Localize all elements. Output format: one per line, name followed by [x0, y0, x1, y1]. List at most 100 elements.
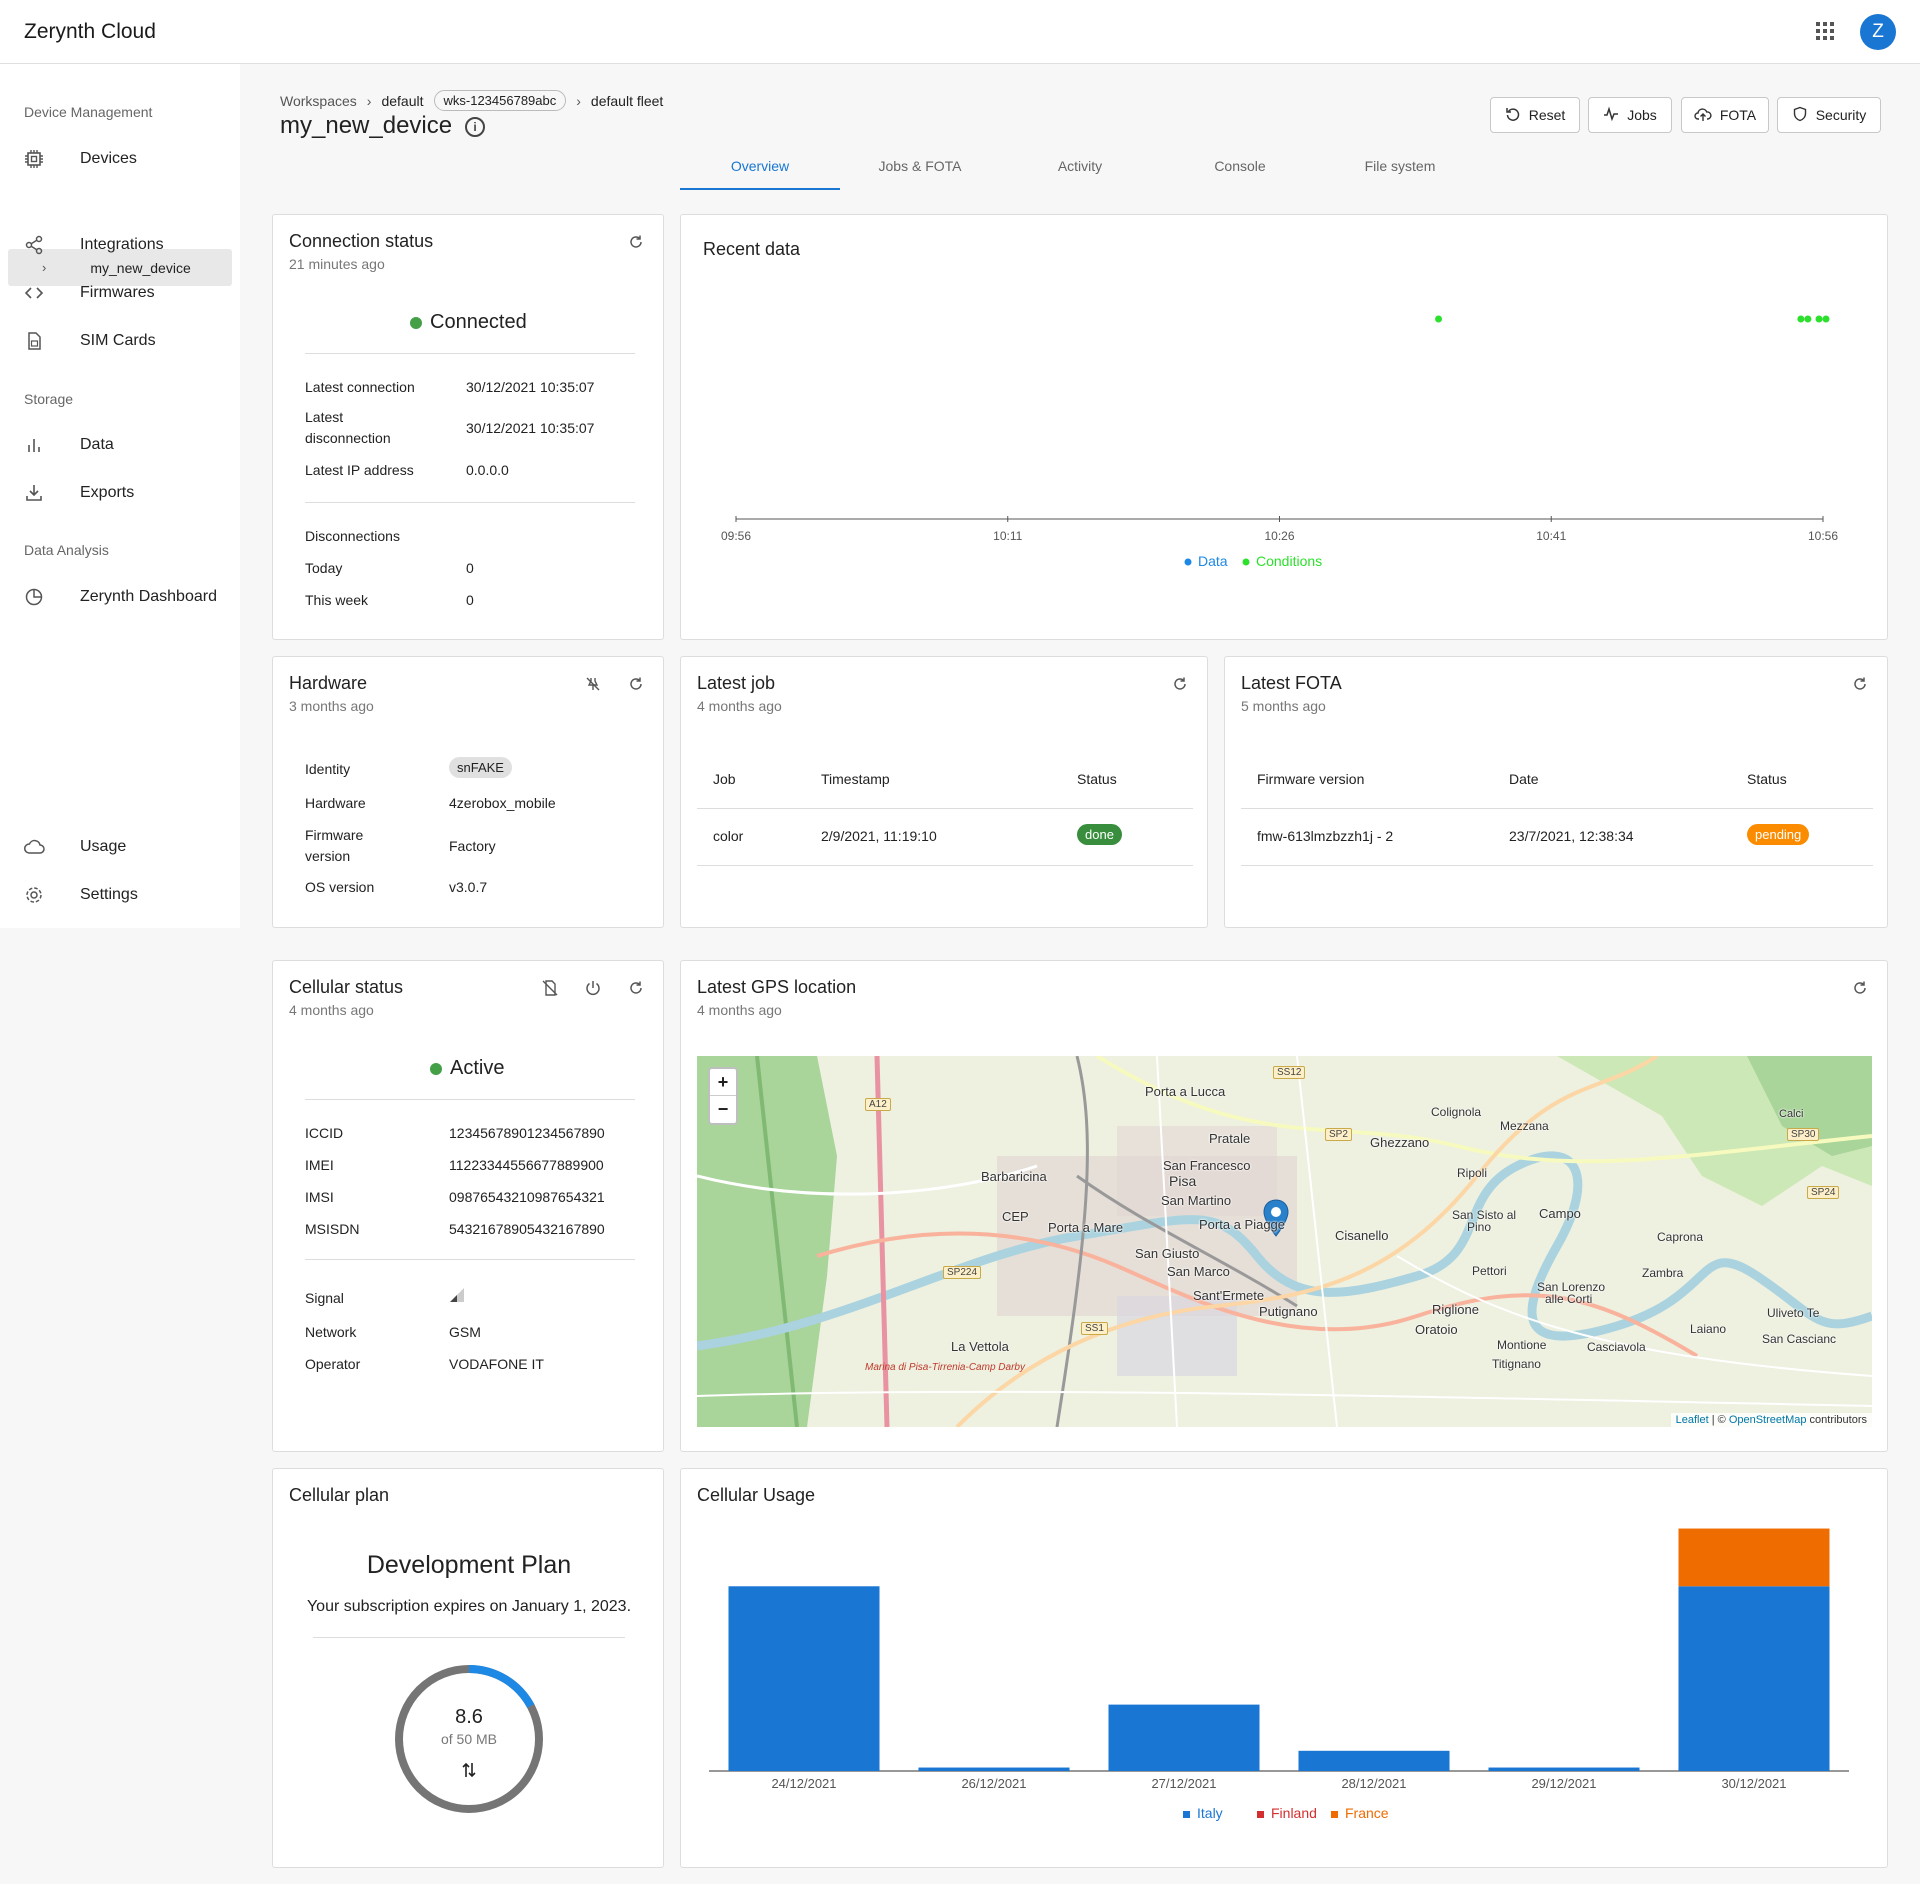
sidebar-item-devices[interactable]: Devices [20, 139, 230, 179]
column-header: Timestamp [821, 771, 890, 787]
refresh-icon[interactable] [1851, 979, 1869, 997]
divider [305, 1099, 635, 1100]
sidebar-item-firmwares[interactable]: Firmwares [20, 273, 230, 313]
jobs-label: Jobs [1627, 107, 1657, 123]
identity-label: Identity [305, 761, 351, 777]
sidebar-item-integrations[interactable]: Integrations [20, 225, 230, 265]
legend-marker [1183, 1811, 1190, 1818]
column-header: Status [1747, 771, 1787, 787]
latest-connection-value: 30/12/2021 10:35:07 [466, 379, 595, 395]
operator-value: VODAFONE IT [449, 1356, 544, 1372]
power-icon[interactable] [584, 979, 602, 997]
fota-firmware: fmw-613lmzbzzh1j - 2 [1257, 828, 1394, 844]
tab-overview[interactable]: Overview [680, 150, 840, 190]
cloud-icon [20, 835, 48, 859]
user-avatar[interactable]: Z [1860, 14, 1896, 50]
bar-segment [1678, 1528, 1830, 1587]
zoom-out-button[interactable]: − [710, 1096, 736, 1123]
msisdn-label: MSISDN [305, 1221, 360, 1237]
tab-console[interactable]: Console [1160, 150, 1320, 190]
chevron-right-icon: › [366, 92, 372, 109]
x-tick-label: 10:56 [1808, 529, 1838, 543]
legend-marker [1257, 1811, 1264, 1818]
map-place-label: Zambra [1642, 1266, 1684, 1280]
refresh-icon[interactable] [1851, 675, 1869, 693]
breadcrumb-workspace[interactable]: default [381, 93, 423, 109]
identity-value: snFAKE [449, 757, 512, 778]
osm-link[interactable]: OpenStreetMap [1729, 1414, 1807, 1426]
breadcrumb: Workspaces › default wks-123456789abc › … [280, 90, 663, 111]
imsi-value: 09876543210987654321 [449, 1189, 605, 1205]
legend-label: Conditions [1256, 553, 1322, 569]
map-place-label: Ghezzano [1370, 1135, 1430, 1150]
apps-grid-icon[interactable] [1816, 22, 1836, 42]
card-subtitle: 4 months ago [289, 1002, 374, 1018]
security-button[interactable]: Security [1777, 97, 1881, 133]
app-brand[interactable]: Zerynth Cloud [24, 20, 156, 44]
sidebar-item-label: Exports [80, 484, 135, 501]
refresh-icon[interactable] [627, 979, 645, 997]
imei-value: 11223344556677889900 [449, 1157, 604, 1173]
cellular-status-value: Active [430, 1057, 504, 1080]
jobs-button[interactable]: Jobs [1588, 97, 1672, 133]
map-place-label: Colignola [1431, 1105, 1482, 1119]
refresh-icon[interactable] [627, 675, 645, 693]
zoom-control: + − [708, 1067, 738, 1125]
tab-activity[interactable]: Activity [1000, 150, 1160, 190]
imsi-label: IMSI [305, 1189, 334, 1205]
code-icon [20, 281, 48, 305]
sidebar-item-settings[interactable]: Settings [20, 875, 230, 915]
reset-button[interactable]: Reset [1490, 97, 1580, 133]
map-place-label: San Martino [1161, 1193, 1232, 1208]
msisdn-value: 54321678905432167890 [449, 1221, 605, 1237]
data-point [1435, 315, 1443, 323]
map-place-label: La Vettola [951, 1339, 1009, 1354]
tab-file-system[interactable]: File system [1320, 150, 1480, 190]
plan-name: Development Plan [366, 1551, 572, 1579]
map-place-label: Pettori [1472, 1264, 1507, 1278]
x-tick-label: 27/12/2021 [1151, 1776, 1216, 1791]
plan-expiry: Your subscription expires on January 1, … [306, 1598, 632, 1615]
refresh-icon[interactable] [1171, 675, 1189, 693]
map-place-label: San Giusto [1135, 1246, 1200, 1261]
job-name: color [713, 828, 744, 844]
x-tick-label: 10:26 [1264, 529, 1294, 543]
section-data-analysis: Data Analysis [24, 542, 109, 558]
data-point [1815, 315, 1823, 323]
road-shield: SS1 [1081, 1322, 1108, 1335]
x-tick-label: 29/12/2021 [1531, 1776, 1596, 1791]
latest-ip-label: Latest IP address [305, 462, 414, 478]
sidebar-item-data[interactable]: Data [20, 425, 230, 465]
power-off-icon[interactable] [584, 675, 602, 693]
map-place-label: Laiano [1690, 1322, 1727, 1336]
network-label: Network [305, 1324, 357, 1340]
info-icon[interactable]: i [465, 117, 485, 137]
map-place-label: Montione [1497, 1338, 1547, 1352]
fota-date: 23/7/2021, 12:38:34 [1509, 828, 1634, 844]
x-tick-label: 30/12/2021 [1721, 1776, 1786, 1791]
breadcrumb-fleet[interactable]: default fleet [591, 93, 663, 109]
refresh-icon[interactable] [627, 233, 645, 251]
card-subtitle: 4 months ago [697, 1002, 782, 1018]
map[interactable]: + − Leaflet | © OpenStreetMap contributo… [697, 1056, 1872, 1427]
sidebar-item-sim-cards[interactable]: SIM Cards [20, 321, 230, 361]
card-subtitle: 3 months ago [289, 698, 374, 714]
sim-off-icon[interactable] [541, 979, 559, 997]
connection-status-value: Connected [410, 311, 527, 334]
zoom-in-button[interactable]: + [710, 1069, 736, 1096]
sidebar-item-exports[interactable]: Exports [20, 473, 230, 513]
leaflet-link[interactable]: Leaflet [1676, 1414, 1709, 1426]
map-place-label: Casciavola [1587, 1340, 1646, 1354]
divider [1241, 865, 1873, 866]
breadcrumb-workspaces[interactable]: Workspaces [280, 93, 357, 109]
fota-button[interactable]: FOTA [1681, 97, 1769, 133]
legend-marker [1331, 1811, 1338, 1818]
tab-jobs-fota[interactable]: Jobs & FOTA [840, 150, 1000, 190]
sidebar-item-zerynth-dashboard[interactable]: Zerynth Dashboard [20, 577, 230, 617]
sim-card-icon [20, 329, 48, 353]
sidebar-item-label: Usage [80, 838, 127, 855]
sidebar-item-usage[interactable]: Usage [20, 827, 230, 867]
status-badge: pending [1747, 824, 1810, 845]
map-place-label: Sant'Ermete [1193, 1288, 1265, 1303]
status-text: Connected [430, 311, 527, 333]
